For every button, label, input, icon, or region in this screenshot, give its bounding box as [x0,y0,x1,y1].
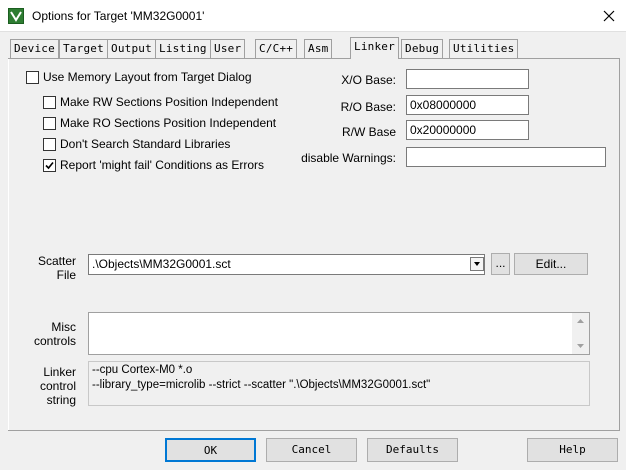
tab-linker[interactable]: Linker [350,37,399,59]
use-memory-layout-label: Use Memory Layout from Target Dialog [43,70,252,84]
linker-control-line2: --library_type=microlib --strict --scatt… [92,379,431,391]
xo-base-label: X/O Base: [341,73,396,87]
disable-warnings-input[interactable] [406,147,606,167]
rw-base-input[interactable]: 0x20000000 [406,120,529,140]
misc-scrollbar[interactable] [572,313,589,354]
might-fail-errors-label: Report 'might fail' Conditions as Errors [60,158,264,172]
ro-position-independent-label: Make RO Sections Position Independent [60,116,277,130]
tab-user[interactable]: User [210,39,246,58]
window-title: Options for Target 'MM32G0001' [32,9,205,23]
linker-control-line1: --cpu Cortex-M0 *.o [92,364,193,376]
tab-debug[interactable]: Debug [401,39,444,58]
dont-search-std-libs-checkbox[interactable] [43,138,56,151]
checkmark-icon [45,161,54,170]
tab-target[interactable]: Target [59,39,108,58]
ro-base-input[interactable]: 0x08000000 [406,95,529,115]
ok-button[interactable]: OK [165,438,256,462]
ro-base-label: R/O Base: [340,100,396,114]
linker-control-string-box[interactable]: --cpu Cortex-M0 *.o --library_type=micro… [88,361,590,406]
use-memory-layout-checkbox[interactable] [26,71,39,84]
tab-listing[interactable]: Listing [155,39,211,58]
might-fail-errors-checkbox[interactable] [43,159,56,172]
cancel-button[interactable]: Cancel [266,438,357,462]
help-button[interactable]: Help [527,438,618,462]
tab-output[interactable]: Output [107,39,156,58]
ro-position-independent-checkbox[interactable] [43,117,56,130]
disable-warnings-label: disable Warnings: [301,151,396,165]
scatter-file-combo[interactable]: .\Objects\MM32G0001.sct [88,254,485,275]
rw-position-independent-checkbox[interactable] [43,96,56,109]
chevron-down-icon [474,262,480,266]
misc-controls-label: Misc controls [33,320,76,348]
scatter-combo-dropdown[interactable] [470,257,484,271]
scatter-edit-button[interactable]: Edit... [514,253,588,275]
close-icon[interactable] [598,5,620,27]
dont-search-std-libs-label: Don't Search Standard Libraries [60,137,231,151]
linker-control-string-label: Linker control string [39,365,76,407]
tab-strip-border [8,58,620,59]
scroll-arrows-icon [577,319,584,348]
linker-control-scrollbar[interactable] [572,362,589,405]
tab-utilities[interactable]: Utilities [449,39,519,58]
keil-app-icon [8,8,24,24]
rw-position-independent-label: Make RW Sections Position Independent [60,95,278,109]
panel-bottom-border [8,430,620,431]
tab-cpp[interactable]: C/C++ [255,39,298,58]
scatter-browse-button[interactable]: ... [491,253,510,275]
misc-controls-text [89,313,569,317]
misc-controls-textbox[interactable] [88,312,590,355]
scatter-file-label: Scatter File [37,254,76,282]
tab-asm[interactable]: Asm [304,39,333,58]
defaults-button[interactable]: Defaults [367,438,458,462]
rw-base-label: R/W Base [341,125,396,139]
title-bar: Options for Target 'MM32G0001' [0,0,626,32]
tab-device[interactable]: Device [10,39,59,58]
xo-base-input[interactable] [406,69,529,89]
